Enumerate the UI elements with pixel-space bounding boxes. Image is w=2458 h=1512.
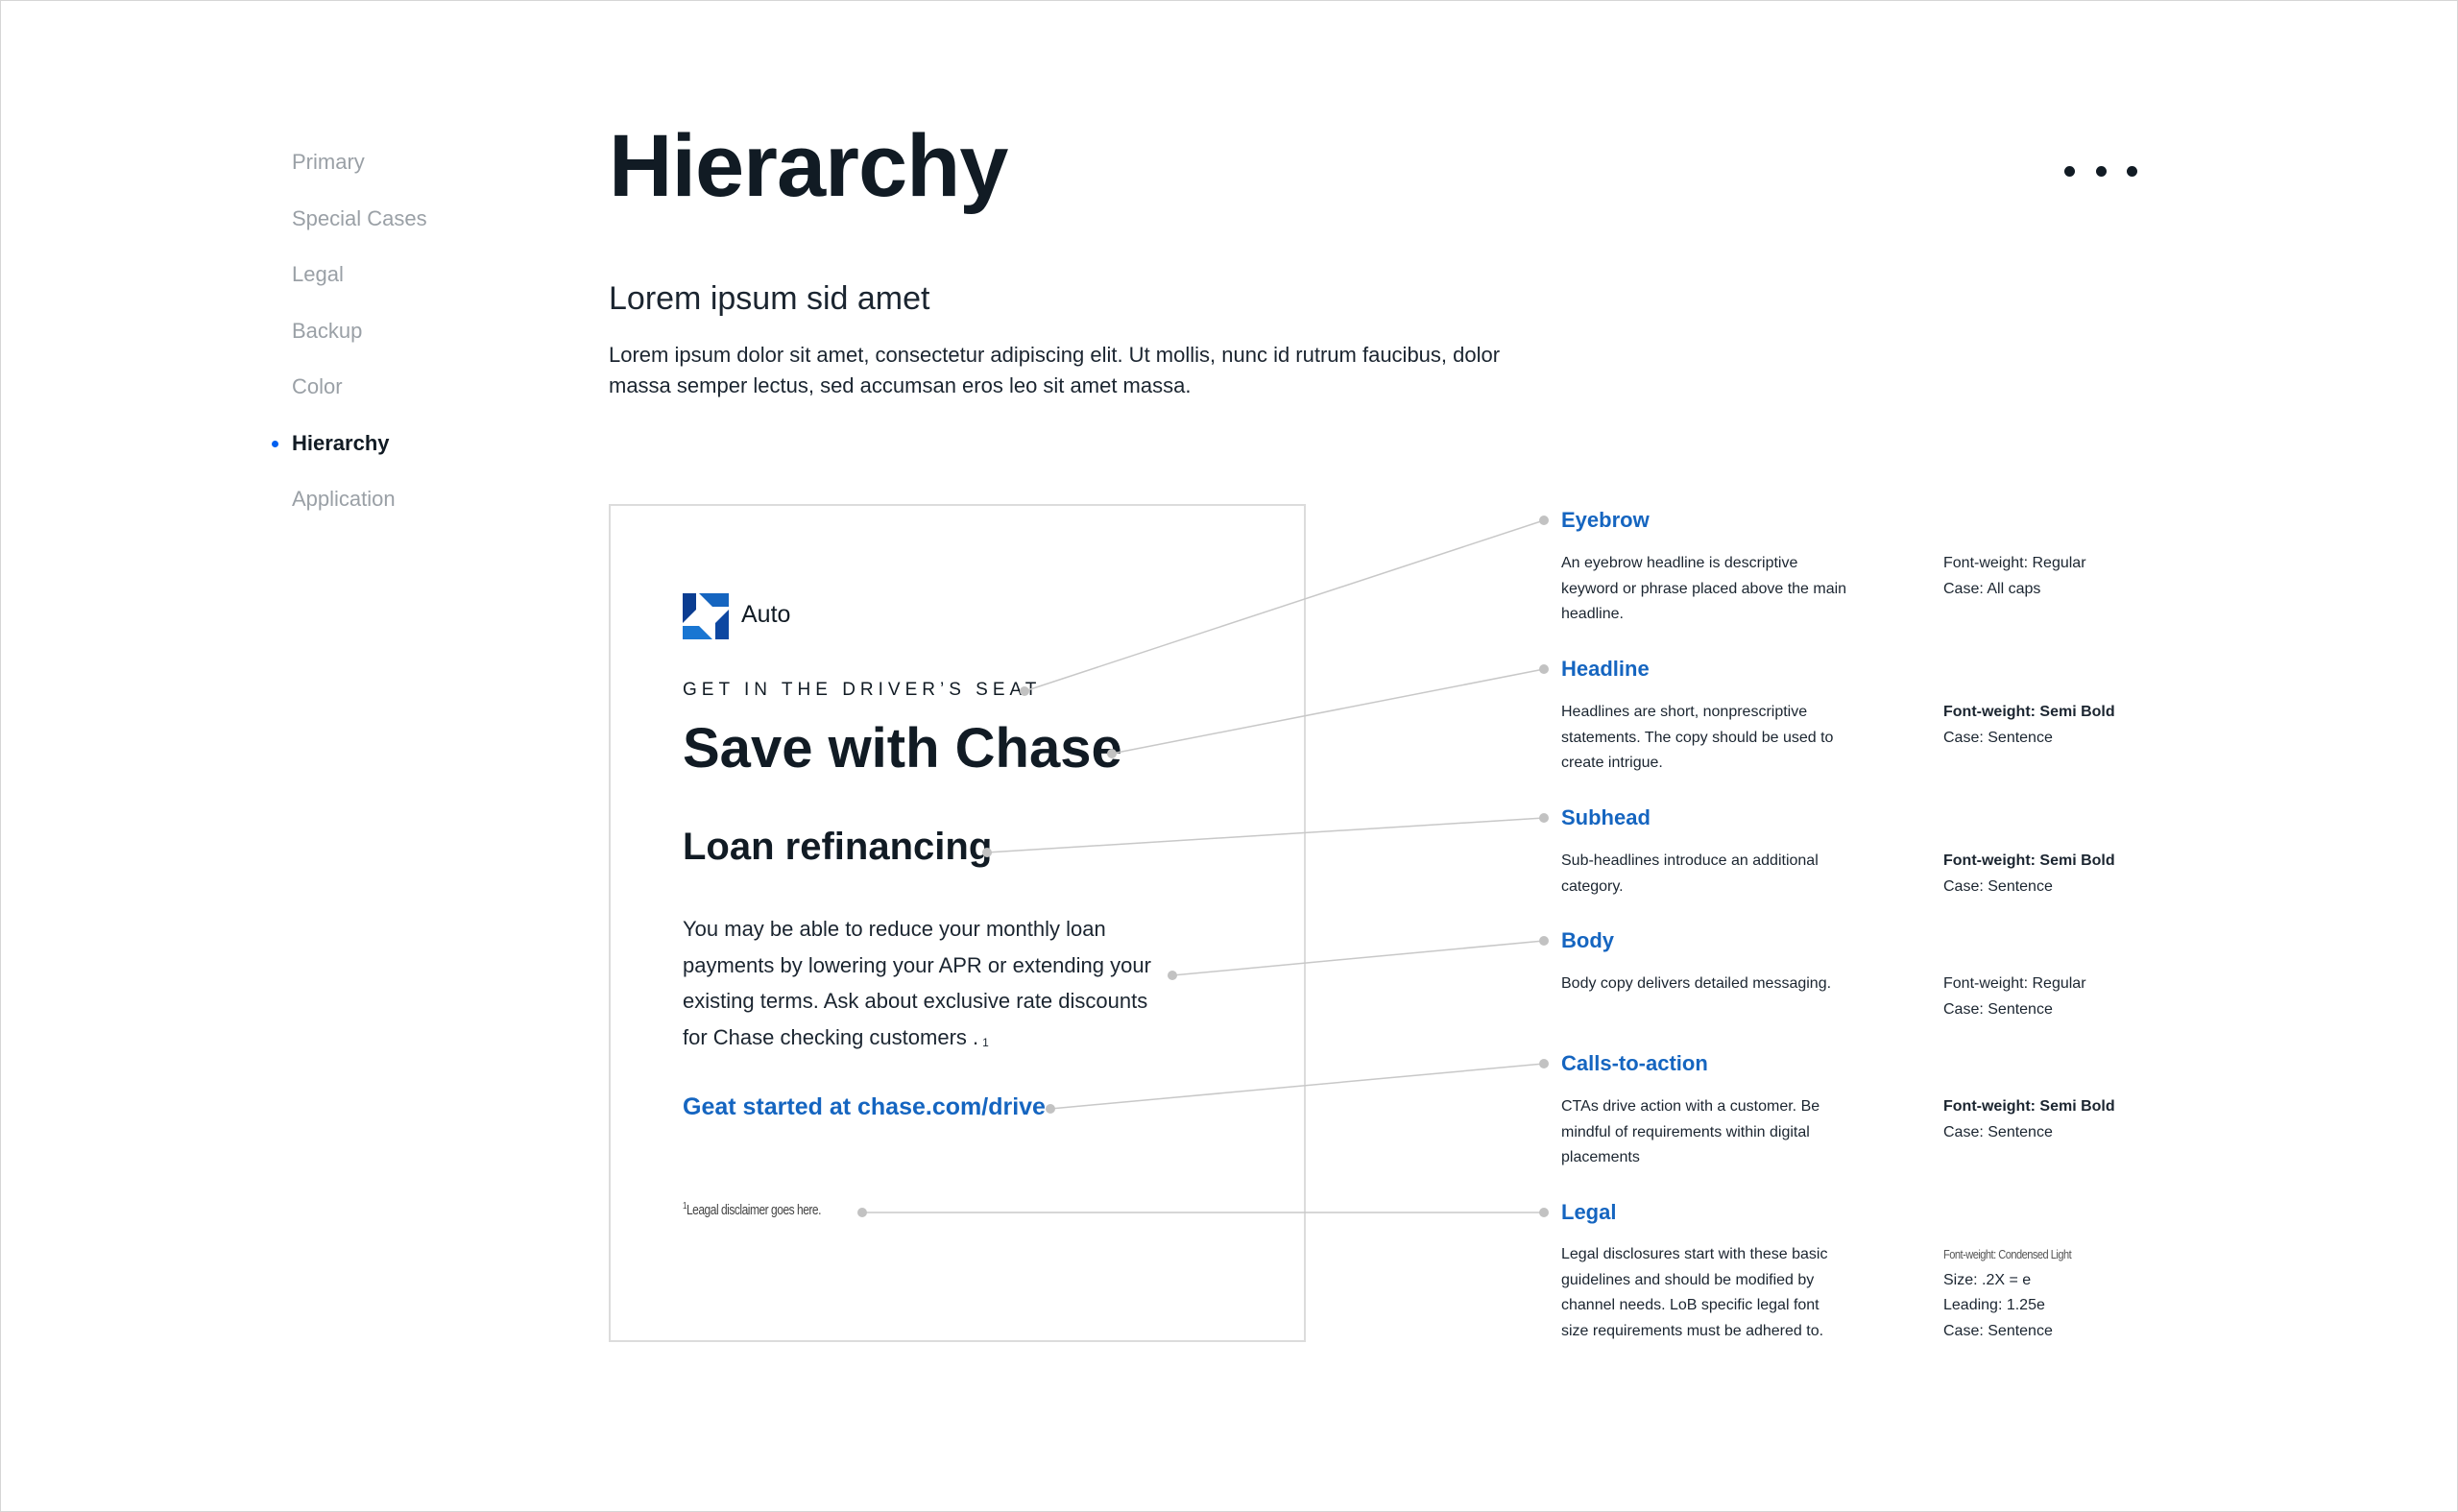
annotation-desc-headline: Headlines are short, nonprescriptive sta… (1561, 704, 1834, 771)
connector-dot (1539, 516, 1549, 525)
intro-subtitle: Lorem ipsum sid amet (609, 280, 930, 317)
spec-line: Font-weight: Semi Bold (1943, 1098, 2115, 1115)
spec-line: Case: Sentence (1943, 1000, 2053, 1018)
annotation-desc-cta: CTAs drive action with a customer. Be mi… (1561, 1098, 1820, 1165)
annotation-spec-subhead: Font-weight: Semi Bold Case: Sentence (1943, 849, 2212, 900)
connector-dot (1539, 936, 1549, 946)
sidebar-item-color[interactable]: Color (269, 359, 518, 416)
sidebar-nav: Primary Special Cases Legal Backup Color… (269, 134, 518, 528)
annotation-spec-eyebrow: Font-weight: Regular Case: All caps (1943, 551, 2212, 602)
annotation-spec-cta: Font-weight: Semi Bold Case: Sentence (1943, 1094, 2212, 1145)
annotation-desc-subhead: Sub-headlines introduce an additional ca… (1561, 852, 1819, 895)
connector-dot (1539, 1208, 1549, 1217)
spec-line: Case: Sentence (1943, 877, 2053, 895)
legal-text: Leagal disclaimer goes here. (686, 1202, 821, 1218)
chase-octagon-logo-icon (683, 593, 729, 639)
annotation-spec-headline: Font-weight: Semi Bold Case: Sentence (1943, 700, 2212, 751)
sidebar-item-application[interactable]: Application (269, 471, 518, 528)
sidebar-item-backup[interactable]: Backup (269, 303, 518, 360)
sidebar-item-special-cases[interactable]: Special Cases (269, 191, 518, 248)
annotation-desc-eyebrow: An eyebrow headline is descriptive keywo… (1561, 555, 1847, 622)
spec-line: Case: All caps (1943, 580, 2041, 597)
ad-body-footnote: 1 (982, 1035, 989, 1049)
sidebar-item-legal[interactable]: Legal (269, 247, 518, 303)
ad-eyebrow: GET IN THE DRIVER’S SEAT (683, 680, 1042, 700)
annotation-title-subhead: Subhead (1561, 805, 1651, 829)
annotation-spec-legal: Font-weight: Condensed Light Size: .2X =… (1943, 1242, 2212, 1344)
page-title: Hierarchy (609, 117, 1008, 215)
connector-dot (1539, 813, 1549, 823)
spec-line: Case: Sentence (1943, 729, 2053, 746)
spec-line: Leading: 1.25e (1943, 1297, 2045, 1313)
sidebar-item-label: Application (292, 487, 396, 512)
sidebar-item-label: Color (292, 374, 343, 399)
logo-label: Auto (741, 601, 791, 628)
connector-dot (1539, 664, 1549, 674)
spec-line: Font-weight: Condensed Light (1943, 1247, 2072, 1261)
annotation-title-eyebrow: Eyebrow (1561, 508, 1650, 532)
spec-line: Case: Sentence (1943, 1322, 2053, 1339)
spec-line: Font-weight: Regular (1943, 555, 2086, 571)
more-horizontal-icon (2095, 165, 2107, 177)
sidebar-item-label: Primary (292, 150, 365, 175)
active-bullet (272, 440, 278, 447)
sidebar-item-primary[interactable]: Primary (269, 134, 518, 191)
ad-legal: 1Leagal disclaimer goes here. (683, 1201, 821, 1218)
annotation-desc-body: Body copy delivers detailed messaging. (1561, 975, 1832, 992)
connector-dot (1539, 1059, 1549, 1068)
sidebar-item-label: Backup (292, 318, 363, 343)
ad-body: You may be able to reduce your monthly l… (683, 911, 1172, 1059)
sidebar-item-hierarchy[interactable]: Hierarchy (269, 416, 518, 472)
annotation-title-legal: Legal (1561, 1200, 1617, 1224)
spec-line: Case: Sentence (1943, 1123, 2053, 1140)
annotation-title-headline: Headline (1561, 657, 1650, 681)
sidebar-item-label: Special Cases (292, 205, 427, 230)
more-horizontal-icon (2064, 165, 2075, 177)
ad-headline: Save with Chase (683, 717, 1122, 780)
annotation-spec-body: Font-weight: Regular Case: Sentence (1943, 972, 2212, 1022)
annotation-title-cta: Calls-to-action (1561, 1051, 1708, 1075)
spec-line: Font-weight: Regular (1943, 975, 2086, 992)
sidebar-item-label: Legal (292, 262, 344, 287)
ad-cta-link[interactable]: Geat started at chase.com/drive (683, 1093, 1046, 1121)
annotation-desc-legal: Legal disclosures start with these basic… (1561, 1246, 1828, 1339)
more-horizontal-icon (2127, 165, 2137, 177)
annotation-title-body: Body (1561, 928, 1614, 952)
ad-body-text: You may be able to reduce your monthly l… (683, 917, 1151, 1049)
sidebar-item-label: Hierarchy (292, 430, 390, 455)
ad-subhead: Loan refinancing (683, 826, 993, 868)
intro-body: Lorem ipsum dolor sit amet, consectetur … (609, 343, 1501, 397)
more-options-button[interactable] (2064, 154, 2137, 188)
spec-line: Font-weight: Semi Bold (1943, 852, 2115, 869)
spec-line: Size: .2X = e (1943, 1271, 2032, 1288)
spec-line: Font-weight: Semi Bold (1943, 704, 2115, 720)
